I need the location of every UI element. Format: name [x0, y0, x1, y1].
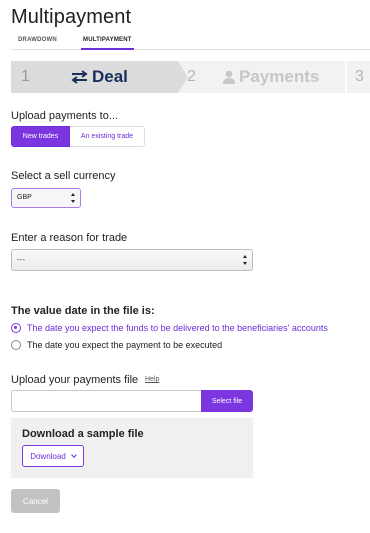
payments-file-input[interactable]: [11, 390, 202, 412]
tab-bar: DRAWDOWN MULTIPAYMENT: [11, 37, 370, 50]
cancel-button[interactable]: Cancel: [11, 489, 60, 513]
select-file-button[interactable]: Select file: [201, 390, 253, 412]
step-number: 3: [355, 68, 364, 85]
existing-trade-button[interactable]: An existing trade: [70, 126, 145, 147]
upload-to-toggle: New trades An existing trade: [11, 126, 145, 147]
user-icon: [223, 70, 235, 84]
download-button-label: Download: [30, 451, 66, 461]
help-link[interactable]: Help: [145, 376, 159, 383]
step-label-text: Payments: [239, 67, 320, 86]
upload-to-label: Upload payments to...: [11, 110, 119, 122]
step-payments: 2 Payments: [179, 61, 347, 93]
upload-file-label: Upload your payments file: [11, 374, 139, 386]
radio-button[interactable]: [11, 340, 21, 350]
sell-currency-value: GBP: [17, 194, 32, 201]
chevron-down-icon: [70, 452, 77, 458]
select-arrows-icon: [243, 255, 248, 265]
value-date-option-executed[interactable]: The date you expect the payment to be ex…: [11, 340, 222, 350]
radio-button[interactable]: [11, 323, 21, 333]
value-date-label: The value date in the file is:: [11, 305, 155, 317]
step-label: Payments: [223, 67, 319, 87]
download-button[interactable]: Download: [22, 445, 84, 467]
new-trades-button[interactable]: New trades: [11, 126, 70, 147]
step-label: Deal: [71, 67, 128, 87]
radio-label: The date you expect the funds to be deli…: [27, 323, 328, 333]
select-arrows-icon: [71, 193, 76, 203]
progress-stepper: 1 Deal 2 Payments 3: [11, 61, 370, 93]
sample-file-title: Download a sample file: [22, 428, 144, 440]
value-date-option-delivered[interactable]: The date you expect the funds to be deli…: [11, 323, 328, 333]
sell-currency-select[interactable]: GBP: [11, 188, 81, 208]
step-3: 3: [345, 61, 370, 93]
arrows-exchange-icon: [71, 70, 88, 84]
reason-value: ---: [17, 255, 25, 264]
step-deal: 1 Deal: [11, 61, 188, 93]
tab-multipayment[interactable]: MULTIPAYMENT: [81, 37, 134, 50]
sell-currency-label: Select a sell currency: [11, 170, 116, 182]
reason-select[interactable]: ---: [11, 249, 253, 271]
step-label-text: Deal: [92, 67, 128, 86]
step-number: 2: [187, 68, 196, 85]
tab-drawdown[interactable]: DRAWDOWN: [18, 37, 57, 50]
page-title: Multipayment: [11, 6, 132, 28]
sample-file-panel: Download a sample file Download: [11, 418, 253, 478]
radio-label: The date you expect the payment to be ex…: [27, 340, 223, 350]
reason-label: Enter a reason for trade: [11, 232, 128, 244]
step-number: 1: [21, 68, 30, 85]
